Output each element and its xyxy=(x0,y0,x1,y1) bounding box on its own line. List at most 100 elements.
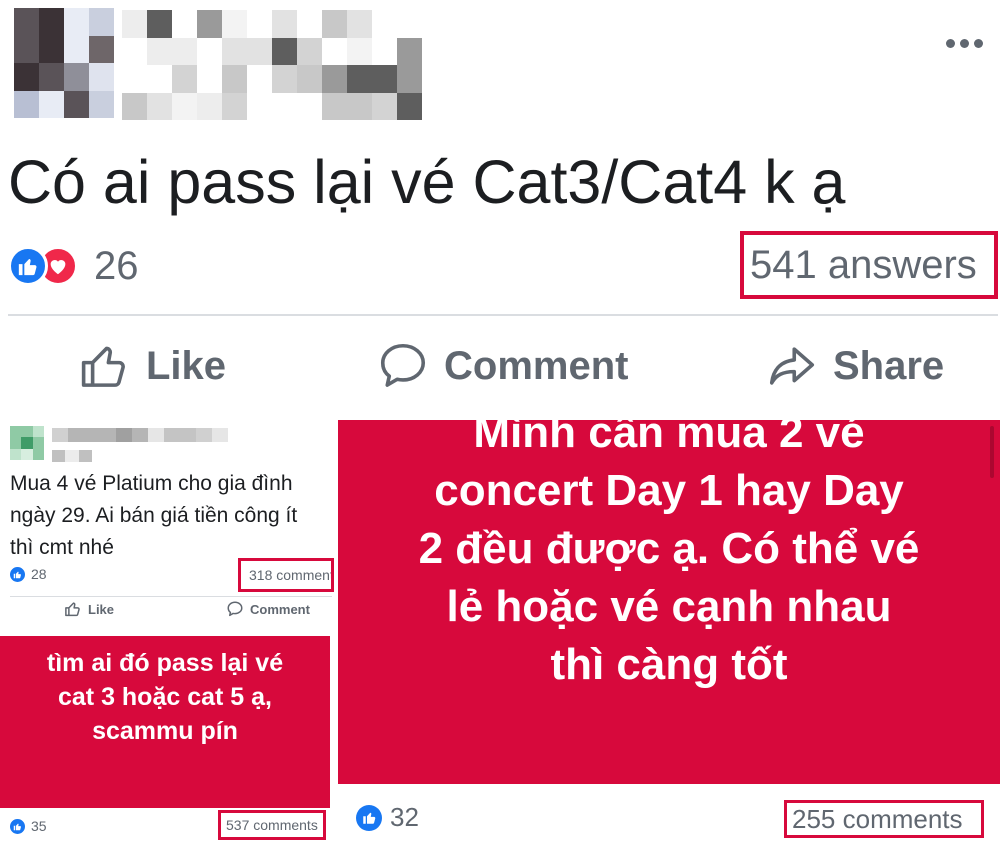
right-red-post-line: lẻ hoặc vé cạnh nhau xyxy=(446,582,892,631)
comment-label: Comment xyxy=(444,343,629,388)
comment-button[interactable]: Comment xyxy=(376,326,628,406)
blur-pixel xyxy=(64,63,89,91)
right-red-post-line: Mình cần mua 2 vé xyxy=(473,420,865,457)
blur-pixel xyxy=(322,37,347,65)
blur-pixel xyxy=(21,426,33,438)
blur-pixel xyxy=(147,10,172,38)
comments-count: 537 comments xyxy=(226,817,318,833)
comment-button[interactable]: Comment xyxy=(226,600,310,618)
blur-pixel xyxy=(347,92,372,120)
share-label: Share xyxy=(833,343,945,388)
blur-pixel xyxy=(397,37,422,65)
scrollbar[interactable] xyxy=(990,426,994,478)
answers-count: 541 answers xyxy=(750,242,977,287)
left-post-line: ngày 29. Ai bán giá tiền công ít xyxy=(10,504,298,527)
comments-count-highlight[interactable]: 318 comments xyxy=(238,558,334,592)
blur-pixel xyxy=(164,428,180,442)
answers-count-highlight[interactable]: 541 answers xyxy=(740,231,998,299)
blur-pixel xyxy=(39,8,64,36)
blur-pixel xyxy=(222,10,247,38)
blur-pixel xyxy=(122,92,147,120)
blur-pixel xyxy=(172,10,197,38)
blur-pixel xyxy=(65,450,79,462)
comments-count-highlight[interactable]: 255 comments xyxy=(784,800,984,838)
reaction-summary[interactable]: 32 xyxy=(356,802,419,833)
reaction-summary[interactable]: 28 xyxy=(10,566,47,582)
blur-pixel xyxy=(397,10,422,38)
share-button[interactable]: Share xyxy=(765,326,944,406)
like-reaction-icon xyxy=(10,566,25,582)
blur-pixel xyxy=(122,37,147,65)
blur-pixel xyxy=(397,65,422,93)
reaction-count: 28 xyxy=(31,566,47,582)
blur-pixel xyxy=(272,65,297,93)
thumbs-up-icon xyxy=(65,602,80,617)
blur-pixel xyxy=(197,92,222,120)
more-options-icon[interactable] xyxy=(946,28,990,58)
right-red-post-footer: 32 255 comments xyxy=(338,790,1000,842)
blurred-avatar[interactable] xyxy=(10,426,44,460)
blur-pixel xyxy=(148,428,164,442)
left-post-text: Mua 4 vé Platium cho gia đình ngày 29. A… xyxy=(10,468,336,564)
blur-pixel xyxy=(197,65,222,93)
blur-pixel xyxy=(347,10,372,38)
blurred-author-name[interactable] xyxy=(122,10,422,120)
right-red-post-line: 2 đều được ạ. Có thể vé xyxy=(418,524,920,573)
blur-pixel xyxy=(172,92,197,120)
blur-pixel xyxy=(172,65,197,93)
blur-pixel xyxy=(147,65,172,93)
left-red-post-card: tìm ai đó pass lại vé cat 3 hoặc cat 5 ạ… xyxy=(0,636,330,808)
blur-pixel xyxy=(247,10,272,38)
blur-pixel xyxy=(132,428,148,442)
blur-pixel xyxy=(196,428,212,442)
blur-pixel xyxy=(116,428,132,442)
blur-pixel xyxy=(78,450,92,462)
blur-pixel xyxy=(180,428,196,442)
blur-pixel xyxy=(10,437,22,449)
like-reaction-icon xyxy=(10,818,25,834)
blurred-author-name[interactable] xyxy=(52,428,228,442)
reaction-count: 35 xyxy=(31,818,47,834)
blur-pixel xyxy=(21,437,33,449)
blur-pixel xyxy=(89,90,114,118)
blur-pixel xyxy=(247,65,272,93)
blur-pixel xyxy=(322,10,347,38)
left-red-post-line: cat 3 hoặc cat 5 ạ, xyxy=(57,683,272,711)
right-red-post-line: thì càng tốt xyxy=(550,640,788,689)
like-button[interactable]: Like xyxy=(78,326,226,406)
blur-pixel xyxy=(14,63,39,91)
blur-pixel xyxy=(84,428,100,442)
comments-count-highlight[interactable]: 537 comments xyxy=(218,810,326,840)
like-button[interactable]: Like xyxy=(64,600,114,618)
blur-pixel xyxy=(272,37,297,65)
blur-pixel xyxy=(89,8,114,36)
blur-pixel xyxy=(372,65,397,93)
reaction-summary[interactable]: 26 xyxy=(8,244,139,288)
blur-pixel xyxy=(64,90,89,118)
blur-pixel xyxy=(32,426,44,438)
blur-pixel xyxy=(64,35,89,63)
comment-bubble-icon xyxy=(227,601,243,617)
blur-pixel xyxy=(347,65,372,93)
like-reaction-icon xyxy=(8,246,48,286)
comment-label: Comment xyxy=(250,601,310,617)
like-label: Like xyxy=(88,601,115,617)
blur-pixel xyxy=(147,37,172,65)
reaction-summary[interactable]: 35 xyxy=(10,818,47,834)
left-post-line: Mua 4 vé Platium cho gia đình xyxy=(10,472,293,495)
post-action-bar: Like Comment Share xyxy=(0,326,1000,406)
divider xyxy=(8,314,998,316)
blur-pixel xyxy=(64,8,89,36)
thumbs-up-icon xyxy=(81,346,125,387)
blurred-avatar[interactable] xyxy=(14,8,114,118)
blur-pixel xyxy=(39,90,64,118)
blur-pixel xyxy=(297,65,322,93)
blur-pixel xyxy=(39,63,64,91)
comments-count: 318 comments xyxy=(249,567,334,583)
blur-pixel xyxy=(247,92,272,120)
blur-pixel xyxy=(147,92,172,120)
blur-pixel xyxy=(347,37,372,65)
comments-count: 255 comments xyxy=(792,803,963,834)
blur-pixel xyxy=(222,37,247,65)
blur-pixel xyxy=(372,92,397,120)
